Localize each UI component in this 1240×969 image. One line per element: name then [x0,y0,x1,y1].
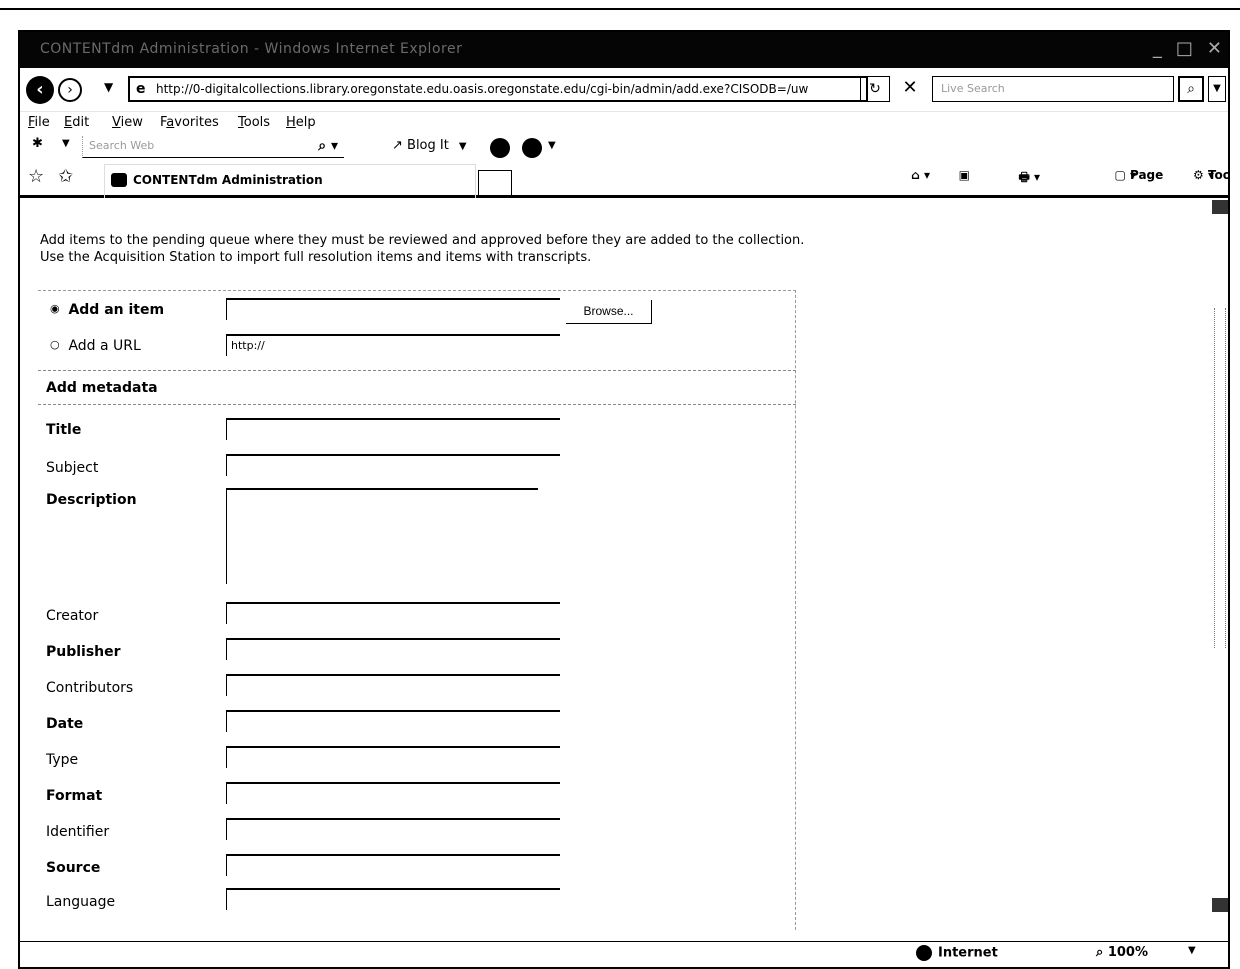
type-input[interactable] [226,746,560,768]
tools-menu-button[interactable]: ⚙ Tools ▾ [1193,168,1228,182]
zoom-level[interactable]: ⌕ 100% [1096,945,1148,960]
print-icon[interactable]: 🖶 ▾ [1018,168,1040,189]
title-input[interactable] [226,418,560,440]
scroll-up-icon[interactable] [1212,200,1228,214]
address-url: http://0-digitalcollections.library.oreg… [156,82,809,96]
window-controls: _ □ ✕ [1153,38,1222,59]
security-zone: Internet [916,945,998,961]
top-rule [0,8,1240,10]
new-tab-button[interactable] [478,170,512,196]
globe-icon [916,945,932,961]
history-dropdown-icon[interactable]: ▼ [104,80,113,94]
add-item-radio[interactable]: ◉ Add an item [50,302,164,318]
live-logo-icon[interactable]: ✱ [32,136,43,151]
close-button[interactable]: ✕ [1207,38,1222,59]
web-search-input[interactable]: Search Web ⌕ ▾ [82,136,344,158]
identifier-input[interactable] [226,818,560,840]
tab-contentdm-administration[interactable]: CONTENTdm Administration [104,164,476,198]
title-label: Title [46,422,82,438]
scroll-thumb[interactable] [1214,308,1226,648]
description-textarea[interactable] [226,488,538,584]
search-button[interactable]: ⌕ [1178,76,1204,102]
search-options-icon[interactable]: ▼ [1208,76,1226,102]
creator-input[interactable] [226,602,560,624]
intro-text: Add items to the pending queue where the… [40,232,804,266]
menu-view[interactable]: View [112,115,143,130]
file-path-input[interactable] [226,298,560,320]
vertical-scrollbar[interactable] [1212,198,1228,914]
browser-window: CONTENTdm Administration - Windows Inter… [18,30,1230,969]
menu-favorites[interactable]: Favorites [160,115,219,130]
tab-row: ☆ ✩ CONTENTdm Administration ⌂ ▾ ▣ 🖶 ▾ ▢… [20,160,1228,198]
refresh-button[interactable]: ↻ [860,76,890,102]
subject-label: Subject [46,460,99,476]
add-url-label: Add a URL [68,338,141,354]
metadata-heading: Add metadata [46,380,158,396]
live-dropdown-icon[interactable]: ▼ [62,138,70,149]
feeds-icon[interactable]: ▣ [959,168,970,182]
format-label: Format [46,788,103,804]
radio-selected-icon[interactable]: ◉ [50,302,64,315]
magnifier-icon[interactable]: ⌕ ▾ [318,136,338,156]
stop-button[interactable]: ✕ [898,76,922,102]
intro-line-2: Use the Acquisition Station to import fu… [40,250,592,265]
zoom-dropdown-icon[interactable]: ▼ [1188,945,1196,956]
radio-unselected-icon[interactable]: ○ [50,338,64,351]
maximize-button[interactable]: □ [1176,38,1193,59]
home-icon[interactable]: ⌂ ▾ [911,168,930,182]
live-search-input[interactable]: Live Search [932,76,1174,102]
date-input[interactable] [226,710,560,732]
page-content: Add items to the pending queue where the… [20,198,1228,930]
tab-label: CONTENTdm Administration [133,173,323,187]
minimize-button[interactable]: _ [1153,38,1162,59]
format-input[interactable] [226,782,560,804]
address-bar[interactable]: e http://0-digitalcollections.library.or… [128,76,868,102]
type-label: Type [46,752,79,768]
toolbar-button-icon[interactable] [522,138,542,158]
tab-favicon-icon [111,173,127,187]
status-bar: Internet ⌕ 100% ▼ [20,941,1228,967]
add-url-radio[interactable]: ○ Add a URL [50,338,141,354]
contributors-label: Contributors [46,680,134,696]
source-label: Source [46,860,101,876]
browse-button[interactable]: Browse... [566,300,652,324]
form-separator [38,404,796,405]
menu-edit[interactable]: Edit [64,115,89,130]
favorites-center-icon[interactable]: ☆ [28,166,44,187]
add-favorites-icon[interactable]: ✩ [58,166,73,187]
publisher-input[interactable] [226,638,560,660]
publisher-label: Publisher [46,644,121,660]
source-input[interactable] [226,854,560,876]
live-toolbar: ✱ ▼ Search Web ⌕ ▾ ↗ Blog It ▼ ▼ [20,134,1228,160]
language-label: Language [46,894,116,910]
description-label: Description [46,492,137,508]
blog-it-button[interactable]: ↗ Blog It ▼ [392,138,467,153]
window-title: CONTENTdm Administration - Windows Inter… [40,41,463,57]
back-button[interactable]: ‹ [26,76,54,104]
toolbar-button-icon[interactable] [490,138,510,158]
contributors-input[interactable] [226,674,560,696]
identifier-label: Identifier [46,824,110,840]
add-item-label: Add an item [68,302,165,318]
intro-line-1: Add items to the pending queue where the… [40,233,805,248]
url-input[interactable]: http:// [226,334,560,356]
subject-input[interactable] [226,454,560,476]
date-label: Date [46,716,84,732]
title-bar: CONTENTdm Administration - Windows Inter… [20,32,1228,68]
toolbar-dropdown-icon[interactable]: ▼ [548,140,556,151]
page-menu-button[interactable]: ▢ Page ▾ [1114,168,1163,182]
form-separator [38,370,796,371]
scroll-down-icon[interactable] [1212,898,1228,912]
menu-file[interactable]: File [28,115,50,130]
creator-label: Creator [46,608,99,624]
ie-page-icon: e [136,81,146,97]
language-input[interactable] [226,888,560,910]
forward-button[interactable]: › [58,78,82,102]
menu-help[interactable]: Help [286,115,316,130]
menu-tools[interactable]: Tools [238,115,270,130]
menu-bar: File Edit View Favorites Tools Help [20,112,1228,134]
address-row: ‹ › ▼ e http://0-digitalcollections.libr… [20,68,1228,112]
